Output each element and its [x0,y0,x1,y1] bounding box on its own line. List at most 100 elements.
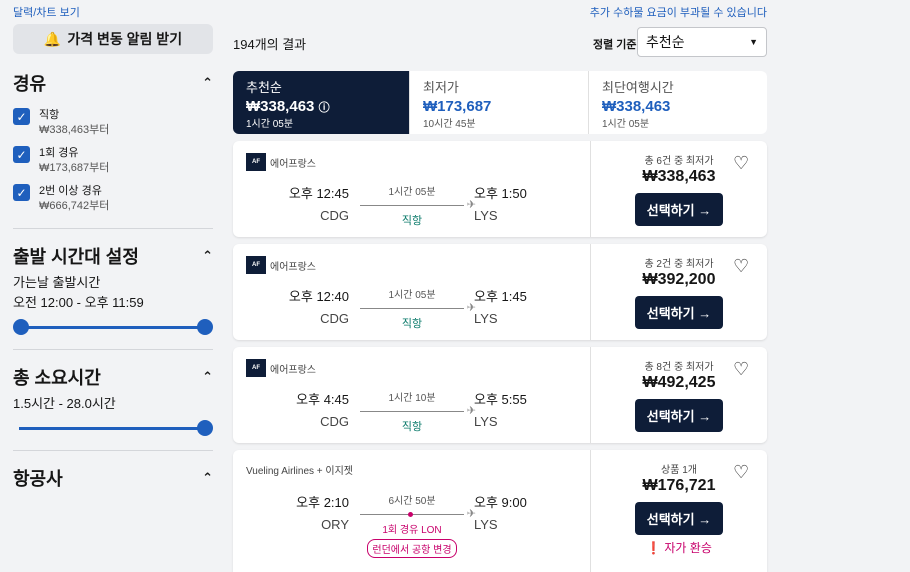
stops-info: 직항 [401,421,423,433]
flight-duration: 1시간 10분 [388,393,436,404]
chevron-up-icon[interactable]: ⌃ [202,470,213,486]
arrival: 오후 9:00 LYS [474,492,527,532]
flight-card[interactable]: AF 에어프랑스 오후 4:45 CDG 1시간 10분 ✈ 직항 오후 5:55 LYS… [233,347,767,443]
flight-route: 1시간 05분 ✈ 직항 [360,286,476,331]
stop-option-1stop[interactable]: ✓ 1회 경유 ₩173,687부터 [13,146,213,176]
price-alert-button[interactable]: 🔔 가격 변동 알림 받기 [13,24,213,54]
flight-duration: 6시간 50분 [388,496,436,507]
airport-change-badge: 런던에서 공항 변경 [367,539,457,558]
sort-select-value: 추천순 [646,34,685,50]
airline-name: 에어프랑스 [270,364,316,376]
slider-handle-end[interactable] [197,420,213,436]
slider-track [19,326,207,329]
filter-sidebar: 경유 ⌃ ✓ 직항 ₩338,463부터 ✓ 1회 경유 ₩173,687부터 ✓ … [13,66,213,495]
route-line: ✈ [360,405,476,417]
tab-title: 최단여행시간 [602,80,674,95]
airline-logo: AF [246,153,266,171]
arrival: 오후 5:55 LYS [474,389,527,429]
checkbox-checked-icon[interactable]: ✓ [13,184,30,201]
baggage-fee-notice[interactable]: 추가 수하물 요금이 부과될 수 있습니다 [590,4,767,20]
heart-icon[interactable]: ♡ [733,153,749,174]
duration-slider[interactable] [13,420,213,436]
stop-option-label: 2번 이상 경유 [39,185,102,197]
arrival-code: LYS [474,517,498,532]
stop-option-price: ₩666,742부터 [39,200,110,212]
airline-name: Vueling Airlines + 이지젯 [246,466,353,477]
stop-option-direct[interactable]: ✓ 직항 ₩338,463부터 [13,108,213,138]
heart-icon[interactable]: ♡ [733,256,749,277]
arrival-time: 오후 1:50 [474,186,527,201]
tab-recommended[interactable]: 추천순 ₩338,463 ⓘ 1시간 05분 [233,71,410,134]
stops-filter-title: 경유 [13,74,47,94]
stop-option-2plus[interactable]: ✓ 2번 이상 경유 ₩666,742부터 [13,184,213,214]
chevron-up-icon[interactable]: ⌃ [202,75,213,91]
select-button[interactable]: 선택하기 → [634,296,724,329]
stops-info: 직항 [401,215,423,227]
flight-duration: 1시간 05분 [388,187,436,198]
info-icon[interactable]: ⓘ [319,102,330,114]
checkbox-checked-icon[interactable]: ✓ [13,146,30,163]
chevron-up-icon[interactable]: ⌃ [202,369,213,385]
divider [13,349,213,350]
airline-info: AF 에어프랑스 [246,256,316,274]
airline-name: 에어프랑스 [270,261,316,273]
select-button[interactable]: 선택하기 → [634,193,724,226]
stop-option-label: 직항 [39,109,60,121]
checkbox-checked-icon[interactable]: ✓ [13,108,30,125]
flight-route: 1시간 10분 ✈ 직항 [360,389,476,434]
departure-filter-header[interactable]: 출발 시간대 설정 ⌃ [13,239,213,273]
flight-card[interactable]: AF 에어프랑스 오후 12:45 CDG 1시간 05분 ✈ 직항 오후 1:50 LY… [233,141,767,237]
departure-time: 오후 4:45 [296,392,349,407]
departure-time: 오후 12:40 [288,289,349,304]
chevron-up-icon[interactable]: ⌃ [202,248,213,264]
arrival-time: 오후 5:55 [474,392,527,407]
tab-cheapest[interactable]: 최저가 ₩173,687 10시간 45분 [410,71,589,134]
heart-icon[interactable]: ♡ [733,462,749,483]
duration-range-value: 1.5시간 - 28.0시간 [13,396,116,411]
arrival-code: LYS [474,414,498,429]
route-line: ✈ [360,302,476,314]
departure-filter-title: 출발 시간대 설정 [13,247,139,267]
price-alert-label: 가격 변동 알림 받기 [67,31,183,47]
tab-duration: 1시간 05분 [246,119,294,130]
stop-option-price: ₩173,687부터 [39,162,110,174]
departure-code: CDG [320,311,349,326]
airlines-filter-header[interactable]: 항공사 ⌃ [13,461,213,495]
stops-filter-header[interactable]: 경유 ⌃ [13,66,213,100]
divider [13,228,213,229]
heart-icon[interactable]: ♡ [733,359,749,380]
arrival-code: LYS [474,208,498,223]
flight-card[interactable]: AF 에어프랑스 오후 12:40 CDG 1시간 05분 ✈ 직항 오후 1:45 LY… [233,244,767,340]
departure: 오후 4:45 CDG [263,389,349,429]
slider-handle-end[interactable] [197,319,213,335]
alert-icon: ❗ [646,541,662,555]
self-transfer-label: 자가 환승 [664,541,712,555]
results-count: 194개의 결과 [233,37,307,52]
select-button[interactable]: 선택하기 → [634,502,724,535]
select-button[interactable]: 선택하기 → [634,399,724,432]
stops-info: 직항 [401,318,423,330]
calendar-chart-link[interactable]: 달력/차트 보기 [13,4,80,20]
airline-info: Vueling Airlines + 이지젯 [246,462,353,477]
departure: 오후 12:45 CDG [263,183,349,223]
slider-handle-start[interactable] [13,319,29,335]
sort-label: 정렬 기준 [593,39,637,51]
departure-time-slider[interactable] [13,319,213,335]
stop-option-label: 1회 경유 [39,147,79,159]
stop-dot [408,512,413,517]
tab-price: ₩338,463 ⓘ [246,98,330,115]
airline-info: AF 에어프랑스 [246,153,316,171]
flight-card[interactable]: Vueling Airlines + 이지젯 오후 2:10 ORY 6시간 50… [233,450,767,572]
airline-name: 에어프랑스 [270,158,316,170]
airline-logo: AF [246,359,266,377]
duration-filter-title: 총 소요시간 [13,368,101,388]
flight-route: 1시간 05분 ✈ 직항 [360,183,476,228]
tab-duration: 1시간 05분 [602,119,650,130]
divider [13,450,213,451]
bell-icon: 🔔 [43,30,62,47]
airline-logo: AF [246,256,266,274]
duration-filter-header[interactable]: 총 소요시간 ⌃ [13,360,213,394]
sort-select[interactable]: 추천순 ▼ [637,27,767,57]
tab-price: ₩173,687 [423,98,492,115]
tab-fastest[interactable]: 최단여행시간 ₩338,463 1시간 05분 [589,71,767,134]
